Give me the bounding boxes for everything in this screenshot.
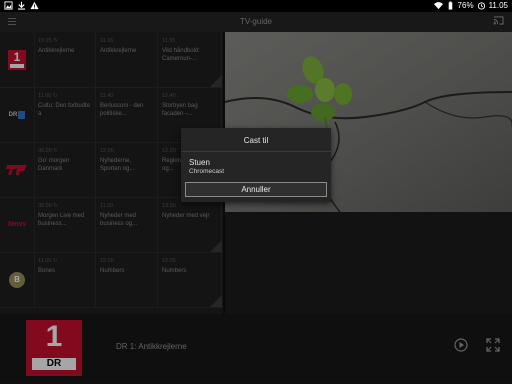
device-name: Stuen — [189, 158, 210, 167]
status-bar: 76% 11.05 — [0, 0, 512, 12]
image-notification-icon — [4, 1, 13, 10]
cast-device-option[interactable]: Stuen Chromecast — [189, 158, 224, 175]
status-time: 11.05 — [488, 1, 508, 10]
device-type: Chromecast — [189, 168, 225, 175]
battery-percent: 76% — [457, 1, 474, 10]
battery-icon — [448, 1, 452, 10]
dialog-title: Cast til — [243, 136, 269, 145]
download-notification-icon — [17, 1, 26, 10]
wifi-icon — [433, 2, 443, 10]
cancel-button[interactable]: Annuller — [185, 182, 327, 197]
dialog-divider — [181, 151, 331, 152]
cast-dialog: Cast til Stuen Chromecast Annuller — [181, 128, 331, 202]
alarm-icon — [477, 2, 485, 10]
warning-notification-icon — [30, 1, 39, 10]
